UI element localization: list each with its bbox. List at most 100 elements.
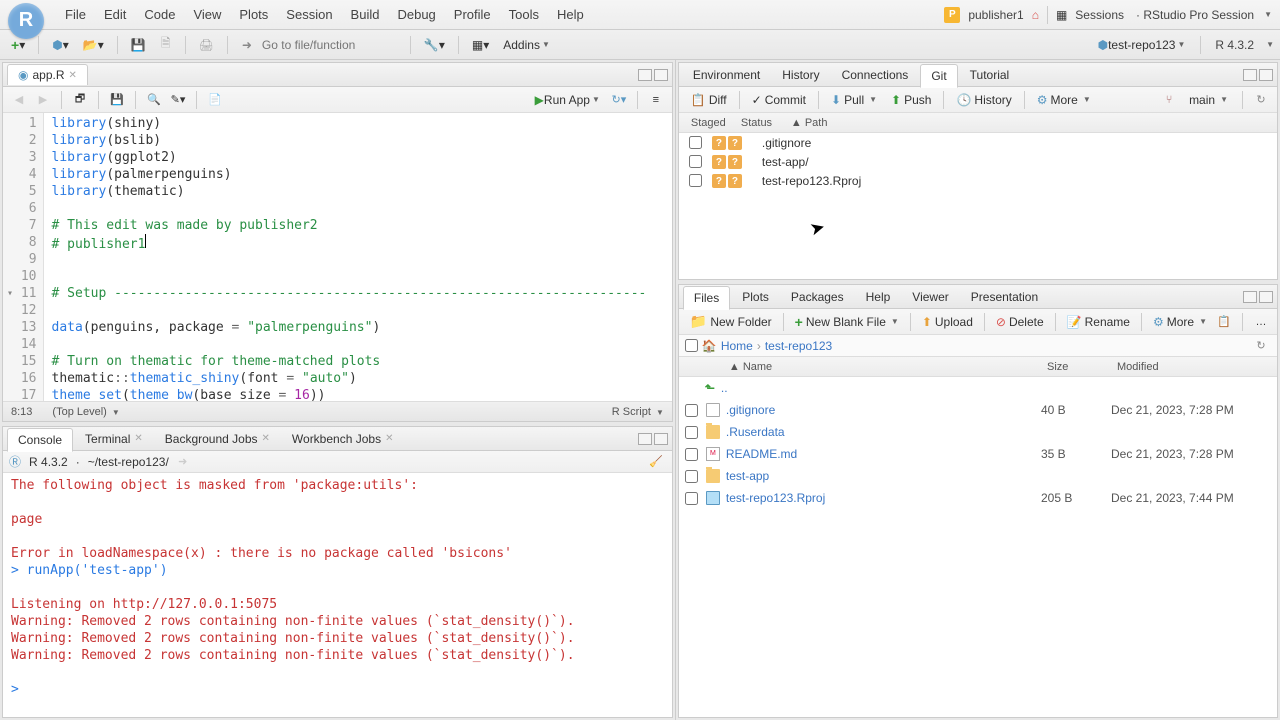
menu-tools[interactable]: Tools xyxy=(500,2,548,27)
home-icon[interactable]: 🏠 xyxy=(702,339,717,353)
copy-path-button[interactable]: 📋 xyxy=(1214,312,1234,332)
goto-button[interactable]: ➜ xyxy=(236,34,258,56)
refresh-files-button[interactable]: ↻ xyxy=(1251,336,1271,356)
breadcrumb-repo[interactable]: test-repo123 xyxy=(765,339,832,353)
compile-report-button[interactable]: 📄 xyxy=(205,90,225,110)
diff-button[interactable]: 📋 Diff xyxy=(685,91,733,109)
sessions-label[interactable]: Sessions xyxy=(1071,8,1128,22)
outline-button[interactable]: ≡ xyxy=(646,90,666,110)
minimize-pane-button[interactable] xyxy=(638,69,652,81)
file-type-label[interactable]: R Script ▼ xyxy=(612,406,664,418)
goto-input[interactable] xyxy=(262,38,402,52)
file-checkbox[interactable] xyxy=(685,492,698,505)
minimize-pane-button[interactable] xyxy=(638,433,652,445)
git-file-row[interactable]: ??test-repo123.Rproj xyxy=(679,171,1277,190)
maximize-pane-button[interactable] xyxy=(654,69,668,81)
home-icon[interactable]: ⌂ xyxy=(1032,8,1039,22)
tab-viewer[interactable]: Viewer xyxy=(902,285,958,309)
files-more-button[interactable]: ⚙More ▼ xyxy=(1148,313,1212,331)
file-row[interactable]: test-app xyxy=(679,465,1277,487)
code-tools-button[interactable]: ✎▾ xyxy=(168,90,188,110)
reload-app-button[interactable]: ↻▾ xyxy=(609,90,629,110)
project-menu[interactable]: ⬢ test-repo123 ▼ xyxy=(1093,34,1191,56)
menu-plots[interactable]: Plots xyxy=(230,2,277,27)
run-app-button[interactable]: ▶ Run App ▼ xyxy=(530,89,605,111)
tab-presentation[interactable]: Presentation xyxy=(961,285,1048,309)
menu-help[interactable]: Help xyxy=(548,2,593,27)
tab-history[interactable]: History xyxy=(772,63,829,87)
upload-button[interactable]: ⬆Upload xyxy=(917,313,978,331)
new-blank-file-button[interactable]: +New Blank File ▼ xyxy=(790,312,904,332)
tab-plots[interactable]: Plots xyxy=(732,285,779,309)
new-folder-button[interactable]: 📁New Folder xyxy=(685,311,777,332)
save-button[interactable]: 💾 xyxy=(126,34,151,56)
menu-code[interactable]: Code xyxy=(135,2,184,27)
menu-debug[interactable]: Debug xyxy=(388,2,444,27)
git-file-row[interactable]: ??.gitignore xyxy=(679,133,1277,152)
push-button[interactable]: ⬆ Push xyxy=(885,91,937,109)
tab-tutorial[interactable]: Tutorial xyxy=(960,63,1020,87)
username[interactable]: publisher1 xyxy=(964,8,1027,22)
more-files-button[interactable]: … xyxy=(1251,312,1271,332)
save-file-button[interactable]: 💾 xyxy=(107,90,127,110)
menu-profile[interactable]: Profile xyxy=(445,2,500,27)
source-editor[interactable]: 12345678910▾ 11121314151617 library(shin… xyxy=(3,113,672,401)
maximize-pane-button[interactable] xyxy=(654,433,668,445)
file-checkbox[interactable] xyxy=(685,426,698,439)
commit-button[interactable]: ✓ Commit xyxy=(746,91,812,109)
forward-button[interactable]: ▶ xyxy=(33,90,53,110)
minimize-pane-button[interactable] xyxy=(1243,291,1257,303)
menu-view[interactable]: View xyxy=(184,2,230,27)
menu-edit[interactable]: Edit xyxy=(95,2,135,27)
file-checkbox[interactable] xyxy=(685,448,698,461)
git-file-row[interactable]: ??test-app/ xyxy=(679,152,1277,171)
tab-background-jobs[interactable]: Background Jobs ✕ xyxy=(155,427,280,451)
file-row[interactable]: test-repo123.Rproj205 BDec 21, 2023, 7:4… xyxy=(679,487,1277,509)
tab-environment[interactable]: Environment xyxy=(683,63,770,87)
scope-label[interactable]: (Top Level) ▼ xyxy=(52,406,119,418)
maximize-pane-button[interactable] xyxy=(1259,291,1273,303)
close-icon[interactable]: ✕ xyxy=(69,70,77,81)
stage-checkbox[interactable] xyxy=(689,174,702,187)
delete-button[interactable]: ⊘Delete xyxy=(991,313,1049,331)
console-output[interactable]: The following object is masked from 'pac… xyxy=(3,473,672,717)
addins-button[interactable]: Addins ▼ xyxy=(498,34,555,56)
find-button[interactable]: 🔍 xyxy=(144,90,164,110)
grid-button[interactable]: ▦▾ xyxy=(467,34,494,56)
branch-select[interactable]: main ▼ xyxy=(1183,91,1234,109)
source-tab-app[interactable]: ◉ app.R ✕ xyxy=(7,64,88,85)
maximize-pane-button[interactable] xyxy=(1259,69,1273,81)
print-button[interactable]: 🖨 xyxy=(194,34,219,56)
pull-button[interactable]: ⬇ Pull ▼ xyxy=(825,91,883,109)
tab-git[interactable]: Git xyxy=(920,64,957,88)
close-icon[interactable]: ✕ xyxy=(385,433,393,444)
file-checkbox[interactable] xyxy=(685,470,698,483)
file-row[interactable]: ⬑ .. xyxy=(679,377,1277,399)
refresh-git-button[interactable]: ↻ xyxy=(1251,90,1271,110)
select-all-checkbox[interactable] xyxy=(685,339,698,352)
sessions-icon[interactable]: ▦ xyxy=(1056,8,1067,22)
git-history-button[interactable]: 🕓 History xyxy=(950,91,1017,109)
up-icon[interactable]: ⬑ xyxy=(705,381,715,395)
new-branch-button[interactable]: ⑂ xyxy=(1159,90,1179,110)
save-all-button[interactable]: 🗎 xyxy=(155,34,177,56)
tab-help[interactable]: Help xyxy=(856,285,901,309)
minimize-pane-button[interactable] xyxy=(1243,69,1257,81)
tab-console[interactable]: Console xyxy=(7,428,73,452)
file-row[interactable]: M README.md35 BDec 21, 2023, 7:28 PM xyxy=(679,443,1277,465)
tab-files[interactable]: Files xyxy=(683,286,730,310)
stage-checkbox[interactable] xyxy=(689,155,702,168)
open-file-button[interactable]: 📂▾ xyxy=(78,34,109,56)
show-in-new-window-button[interactable]: 🗗 xyxy=(70,90,90,110)
git-more-button[interactable]: ⚙ More ▼ xyxy=(1031,91,1097,109)
file-row[interactable]: .Ruserdata xyxy=(679,421,1277,443)
file-checkbox[interactable] xyxy=(685,404,698,417)
file-row[interactable]: .gitignore40 BDec 21, 2023, 7:28 PM xyxy=(679,399,1277,421)
tab-workbench-jobs[interactable]: Workbench Jobs ✕ xyxy=(282,427,404,451)
tab-terminal[interactable]: Terminal ✕ xyxy=(75,427,153,451)
tab-packages[interactable]: Packages xyxy=(781,285,854,309)
breadcrumb-home[interactable]: Home xyxy=(721,339,753,353)
menu-build[interactable]: Build xyxy=(342,2,389,27)
rename-button[interactable]: 📝Rename xyxy=(1062,313,1135,331)
clear-console-button[interactable]: 🧹 xyxy=(646,452,666,472)
